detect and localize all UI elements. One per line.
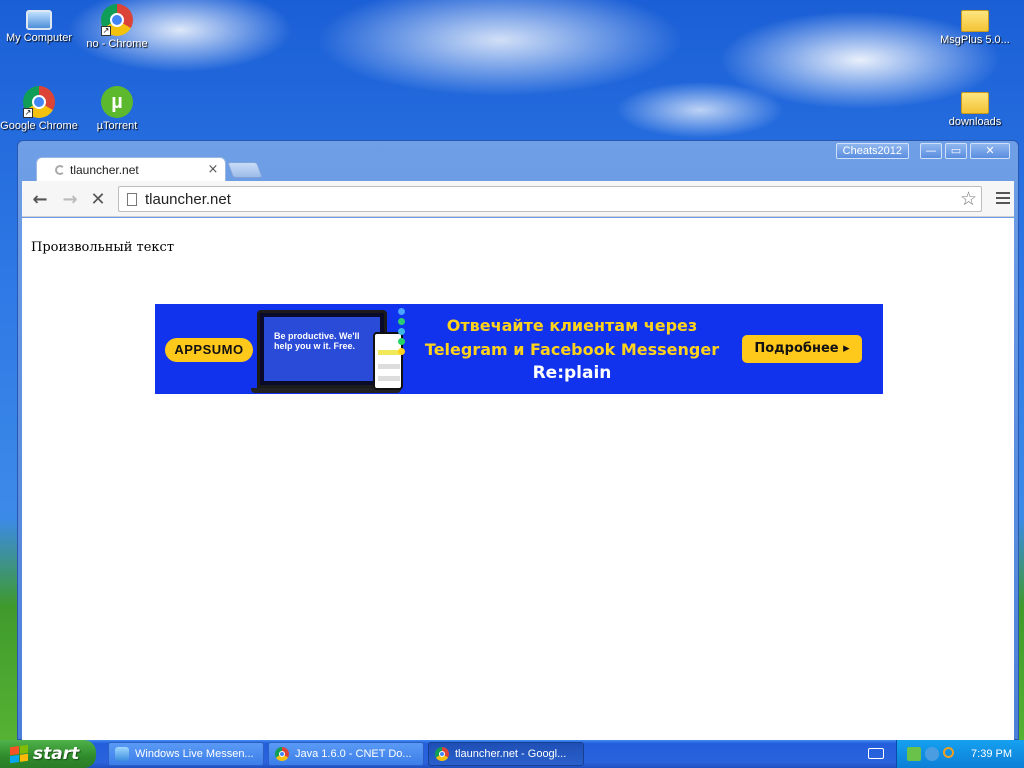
messenger-dots — [398, 308, 406, 358]
new-tab-button[interactable] — [227, 162, 263, 178]
shortcut-arrow-icon: ↗ — [23, 108, 33, 118]
folder-icon — [961, 10, 989, 32]
start-label: start — [33, 744, 80, 764]
chrome-icon — [435, 747, 449, 761]
page-text: Произвольный текст — [31, 240, 175, 255]
ad-headline-1: Отвечайте клиентам через — [446, 316, 698, 335]
chrome-icon: ↗ — [23, 86, 55, 118]
forward-button[interactable]: → — [58, 187, 82, 211]
close-window-button[interactable]: ✕ — [970, 143, 1010, 159]
taskbar-item-tlauncher[interactable]: tlauncher.net - Googl... — [428, 742, 584, 766]
start-button[interactable]: start — [0, 740, 96, 768]
search-icon[interactable] — [943, 747, 954, 758]
tab-tlauncher[interactable]: tlauncher.net × — [36, 157, 226, 181]
taskbar-item-label: tlauncher.net - Googl... — [455, 748, 567, 760]
msn-icon — [115, 747, 129, 761]
desktop-icon-label: µTorrent — [96, 120, 138, 132]
browser-window: Cheats2012 — ▭ ✕ tlauncher.net × ← → ✕ ☆… — [17, 140, 1019, 741]
ad-brand: Re:plain — [532, 363, 612, 383]
taskbar-item-label: Java 1.6.0 - CNET Do... — [295, 748, 412, 760]
desktop-icon-google-chrome[interactable]: ↗ Google Chrome — [0, 86, 82, 132]
shortcut-arrow-icon: ↗ — [101, 26, 111, 36]
laptop-screen-text: Be productive. We'll help you w it. Free… — [274, 331, 360, 351]
network-icon[interactable] — [907, 747, 921, 761]
desktop-icon-label: MsgPlus 5.0... — [940, 34, 1010, 46]
ad-cta-button[interactable]: Подробнее ▸ — [742, 335, 862, 363]
system-tray: 7:39 PM — [896, 740, 1024, 768]
desktop-icon-no-chrome[interactable]: ↗ no - Chrome — [74, 4, 160, 50]
back-button[interactable]: ← — [28, 187, 52, 211]
chrome-icon: ↗ — [101, 4, 133, 36]
laptop-illustration: Be productive. We'll help you w it. Free… — [257, 310, 387, 388]
desktop-icon-label: Google Chrome — [0, 120, 78, 132]
windows-logo-icon — [10, 744, 28, 764]
ad-headline-2: Telegram и Facebook Messenger — [424, 340, 720, 359]
taskbar-item-label: Windows Live Messen... — [135, 748, 254, 760]
profile-button[interactable]: Cheats2012 — [835, 143, 909, 159]
chrome-icon — [275, 747, 289, 761]
tab-strip: tlauncher.net × — [30, 157, 430, 181]
keyboard-icon[interactable] — [868, 748, 884, 759]
desktop-icon-label: no - Chrome — [86, 38, 148, 50]
folder-icon — [961, 92, 989, 114]
chrome-menu-icon[interactable] — [996, 189, 1010, 207]
computer-icon — [26, 10, 52, 30]
taskbar-item-java[interactable]: Java 1.6.0 - CNET Do... — [268, 742, 424, 766]
page-content: Произвольный текст APPSUMO Be productive… — [22, 218, 1014, 741]
taskbar: start Windows Live Messen... Java 1.6.0 … — [0, 740, 1024, 768]
tab-title: tlauncher.net — [70, 162, 139, 177]
taskbar-item-messenger[interactable]: Windows Live Messen... — [108, 742, 264, 766]
bookmark-star-icon[interactable]: ☆ — [960, 188, 977, 210]
window-caption-buttons: Cheats2012 — ▭ ✕ — [835, 143, 1010, 159]
clock[interactable]: 7:39 PM — [971, 740, 1012, 768]
desktop-icon-msgplus[interactable]: MsgPlus 5.0... — [932, 4, 1018, 46]
minimize-button[interactable]: — — [920, 143, 942, 159]
browser-toolbar: ← → ✕ ☆ — [22, 181, 1014, 217]
page-icon — [127, 193, 137, 206]
appsumo-logo: APPSUMO — [165, 338, 253, 362]
stop-button[interactable]: ✕ — [86, 187, 110, 211]
desktop-icon-utorrent[interactable]: µ µTorrent — [74, 86, 160, 132]
ad-banner[interactable]: APPSUMO Be productive. We'll help you w … — [155, 304, 883, 394]
loading-spinner-icon — [55, 164, 65, 175]
utorrent-icon: µ — [101, 86, 133, 118]
desktop-icon-label: downloads — [948, 116, 1002, 128]
address-input[interactable] — [143, 189, 943, 209]
omnibox[interactable]: ☆ — [118, 186, 982, 212]
desktop-icon-my-computer[interactable]: My Computer — [0, 4, 82, 44]
desktop-icon-downloads[interactable]: downloads — [932, 86, 1018, 128]
maximize-button[interactable]: ▭ — [945, 143, 967, 159]
tab-close-icon[interactable]: × — [205, 162, 221, 177]
desktop-icon-label: My Computer — [5, 32, 73, 44]
messenger-status-icon[interactable] — [925, 747, 939, 761]
